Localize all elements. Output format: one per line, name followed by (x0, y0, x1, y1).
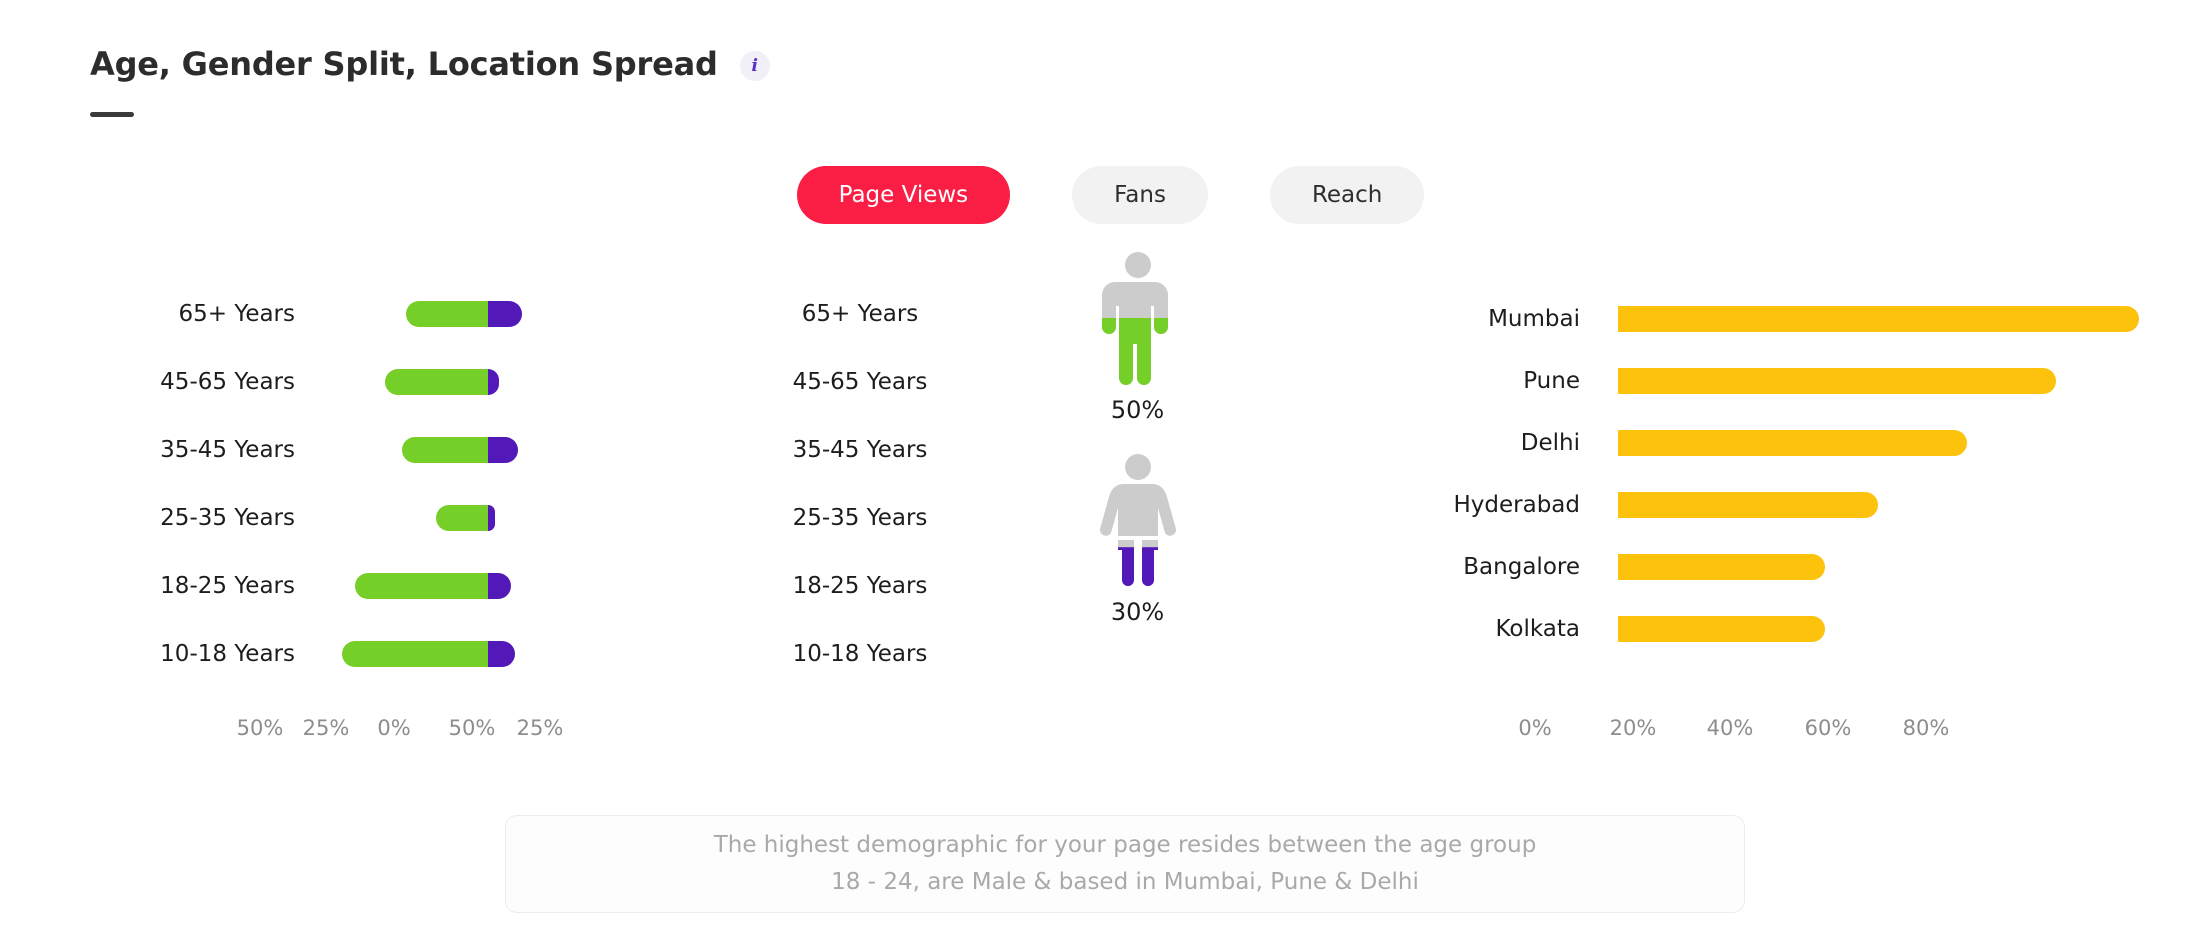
tab-reach[interactable]: Reach (1270, 166, 1424, 224)
location-row: Delhi (1300, 412, 2180, 474)
male-percent-label: 50% (1111, 396, 1164, 424)
age-row-mid: 25-35 Years (720, 484, 1000, 552)
location-axis-tick: 0% (1518, 716, 1551, 740)
age-row-mid-label: 35-45 Years (793, 437, 928, 463)
age-bar-male[interactable] (355, 573, 488, 599)
age-row-mid: 45-65 Years (720, 348, 1000, 416)
title-underline (90, 112, 134, 117)
location-bar[interactable] (1618, 368, 2056, 394)
age-bar-area (0, 437, 760, 463)
location-row-label: Mumbai (1488, 306, 1580, 332)
insight-note-line-1: The highest demographic for your page re… (714, 827, 1537, 864)
location-axis-tick: 40% (1707, 716, 1754, 740)
age-gender-chart: 65+ Years45-65 Years35-45 Years25-35 Yea… (0, 280, 760, 700)
tab-page-views[interactable]: Page Views (797, 166, 1011, 224)
female-figure-icon (1093, 452, 1183, 588)
age-chart-axis: 50% 25% 0% 50% 25% (0, 716, 760, 746)
age-bar-male[interactable] (406, 301, 488, 327)
female-percent-label: 30% (1111, 598, 1164, 626)
location-axis-tick: 80% (1903, 716, 1950, 740)
info-icon[interactable]: i (740, 51, 770, 81)
age-row-mid-label: 10-18 Years (793, 641, 928, 667)
age-row-mid: 18-25 Years (720, 552, 1000, 620)
location-chart-axis: 0% 20% 40% 60% 80% (1300, 716, 2180, 746)
age-bar-female[interactable] (488, 505, 495, 531)
age-label-column: 65+ Years 45-65 Years 35-45 Years 25-35 Yea… (720, 280, 1000, 700)
age-axis-tick: 25% (303, 716, 350, 740)
male-figure-icon (1093, 250, 1183, 386)
location-bar[interactable] (1618, 306, 2139, 332)
location-row-label: Bangalore (1463, 554, 1580, 580)
age-bar-area (0, 641, 760, 667)
header: Age, Gender Split, Location Spread i (90, 45, 770, 83)
tab-fans[interactable]: Fans (1072, 166, 1208, 224)
age-row: 10-18 Years (0, 620, 760, 688)
age-bar-male[interactable] (436, 505, 488, 531)
age-row: 35-45 Years (0, 416, 760, 484)
location-row-label: Pune (1523, 368, 1580, 394)
age-row-mid: 65+ Years (720, 280, 1000, 348)
location-bar[interactable] (1618, 492, 1878, 518)
age-row: 18-25 Years (0, 552, 760, 620)
location-bar[interactable] (1618, 430, 1967, 456)
age-axis-tick: 50% (449, 716, 496, 740)
age-bar-area (0, 573, 760, 599)
age-bar-area (0, 301, 760, 327)
age-axis-tick: 0% (377, 716, 410, 740)
page-title: Age, Gender Split, Location Spread (90, 45, 718, 83)
age-row-mid-label: 65+ Years (802, 301, 919, 327)
age-bar-area (0, 369, 760, 395)
location-row-label: Kolkata (1495, 616, 1580, 642)
location-row: Bangalore (1300, 536, 2180, 598)
age-bar-male[interactable] (402, 437, 488, 463)
age-row-mid: 35-45 Years (720, 416, 1000, 484)
metric-tabs: Page Views Fans Reach (0, 166, 2199, 224)
age-row: 25-35 Years (0, 484, 760, 552)
age-bar-female[interactable] (488, 641, 515, 667)
location-bar[interactable] (1618, 554, 1825, 580)
age-axis-tick: 50% (237, 716, 284, 740)
age-row: 45-65 Years (0, 348, 760, 416)
age-bar-female[interactable] (488, 437, 518, 463)
location-axis-tick: 20% (1610, 716, 1657, 740)
location-row: Pune (1300, 350, 2180, 412)
insight-note-line-2: 18 - 24, are Male & based in Mumbai, Pun… (831, 864, 1419, 901)
location-chart: Mumbai Pune Delhi Hyderabad Bangalore Kolkata (1300, 288, 2180, 708)
age-bar-area (0, 505, 760, 531)
age-row-mid-label: 25-35 Years (793, 505, 928, 531)
age-row-mid: 10-18 Years (720, 620, 1000, 688)
location-row-label: Hyderabad (1454, 492, 1581, 518)
insight-note: The highest demographic for your page re… (505, 815, 1745, 913)
age-bar-male[interactable] (385, 369, 488, 395)
location-row-label: Delhi (1521, 430, 1580, 456)
age-bar-female[interactable] (488, 369, 499, 395)
gender-female: 30% (1010, 452, 1265, 626)
age-row: 65+ Years (0, 280, 760, 348)
age-row-mid-label: 18-25 Years (793, 573, 928, 599)
gender-male: 50% (1010, 250, 1265, 424)
age-axis-tick: 25% (517, 716, 564, 740)
age-bar-male[interactable] (342, 641, 488, 667)
location-row: Hyderabad (1300, 474, 2180, 536)
age-bar-female[interactable] (488, 301, 522, 327)
location-bar[interactable] (1618, 616, 1825, 642)
age-row-mid-label: 45-65 Years (793, 369, 928, 395)
location-row: Mumbai (1300, 288, 2180, 350)
demographics-widget: Age, Gender Split, Location Spread i Pag… (0, 0, 2199, 943)
location-axis-tick: 60% (1805, 716, 1852, 740)
age-bar-female[interactable] (488, 573, 511, 599)
location-row: Kolkata (1300, 598, 2180, 660)
gender-split: 50% 30% (1010, 250, 1265, 720)
